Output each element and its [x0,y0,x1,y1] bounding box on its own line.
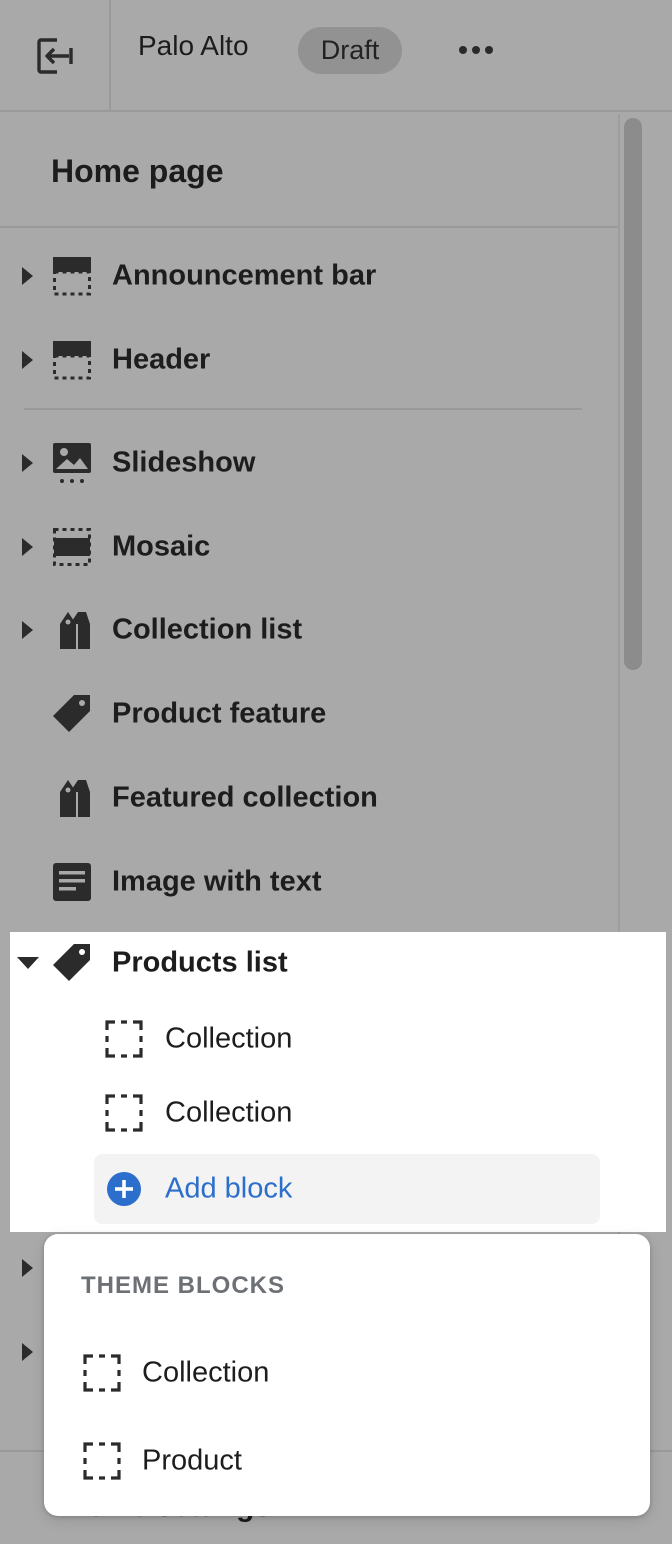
section-image-with-text[interactable]: Image with text [0,852,610,912]
caret-right-icon[interactable] [22,351,33,369]
layout-mosaic-icon [53,528,91,566]
section-slideshow[interactable]: Slideshow [0,433,610,493]
caret-right-icon[interactable] [22,538,33,556]
more-dot-icon [459,46,467,54]
section-label: Collection list [112,613,303,646]
exit-button[interactable] [0,0,111,112]
bottom-edge [0,1544,672,1566]
section-label: Image with text [112,865,322,898]
top-bar: Palo Alto Draft [0,0,672,112]
page-title: Home page [51,153,224,189]
popover-item-label: Collection [142,1356,270,1389]
dashed-square-icon [105,1094,143,1132]
section-label: Featured collection [112,781,378,814]
section-label: Product feature [112,697,327,730]
more-actions-button[interactable] [452,34,500,66]
section-products-list[interactable]: Products list [0,933,610,993]
more-dot-icon [472,46,480,54]
more-dot-icon [485,46,493,54]
caret-down-icon[interactable] [17,957,39,969]
section-mosaic[interactable]: Mosaic [0,517,610,577]
dashed-square-icon [105,1020,143,1058]
image-slideshow-icon [53,443,91,483]
add-block-button[interactable]: Add block [94,1154,600,1224]
section-featured-collection[interactable]: Featured collection [0,768,610,828]
collection-tags-icon [60,612,90,649]
block-label: Collection [165,1096,293,1129]
tag-icon [53,695,90,732]
status-badge: Draft [298,27,402,74]
tag-icon [53,944,90,981]
popover-item-collection[interactable]: Collection [44,1338,650,1408]
popover-item-label: Product [142,1444,242,1477]
section-label: Slideshow [112,446,256,479]
exit-icon [36,38,73,74]
section-product-feature[interactable]: Product feature [0,684,610,744]
text-block-icon [53,863,91,901]
block-item-collection[interactable]: Collection [94,1081,600,1145]
caret-right-icon[interactable] [22,621,33,639]
scrollbar[interactable] [624,118,642,670]
section-label: Products list [112,946,288,979]
popover-heading: THEME BLOCKS [81,1272,285,1299]
section-label: Mosaic [112,530,211,563]
caret-right-icon[interactable] [22,454,33,472]
divider [0,226,618,228]
section-label: Announcement bar [112,259,377,292]
dashed-square-icon [83,1442,121,1480]
collection-tags-icon [60,780,90,817]
caret-right-icon[interactable] [22,267,33,285]
store-name: Palo Alto [138,30,249,61]
block-item-collection[interactable]: Collection [94,1007,600,1071]
block-label: Collection [165,1022,293,1055]
caret-right-icon[interactable] [22,1343,33,1361]
theme-blocks-popover: THEME BLOCKS Collection Product [44,1234,650,1516]
layout-header-icon [53,257,91,296]
section-announcement-bar[interactable]: Announcement bar [0,246,610,306]
section-label: Header [112,343,211,376]
add-block-label: Add block [165,1172,293,1205]
caret-right-icon[interactable] [22,1259,33,1277]
section-collection-list[interactable]: Collection list [0,600,610,660]
popover-item-product[interactable]: Product [44,1426,650,1496]
layout-header-icon [53,341,91,380]
divider [24,408,582,410]
dashed-square-icon [83,1354,121,1392]
section-header[interactable]: Header [0,330,610,390]
plus-circle-icon [107,1172,141,1206]
